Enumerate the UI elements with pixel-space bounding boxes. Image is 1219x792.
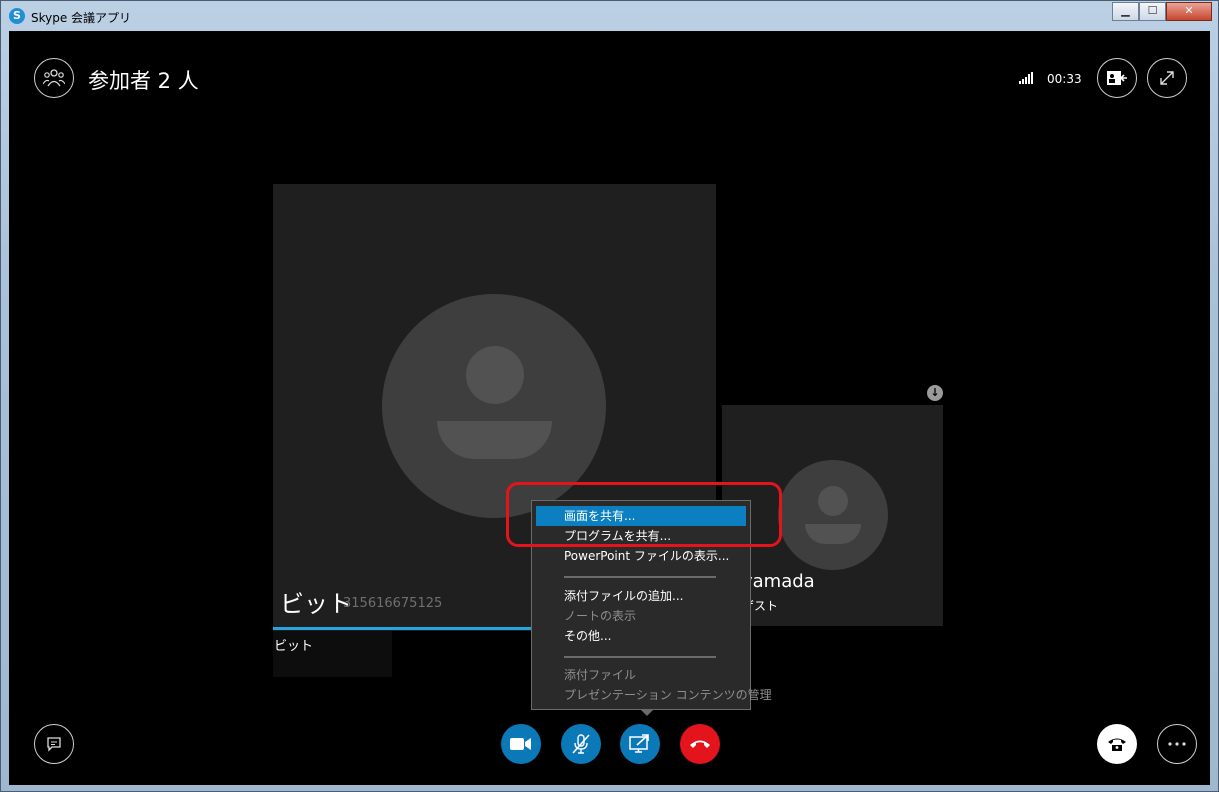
menu-item-add-attachment[interactable]: 添付ファイルの追加... [536,586,746,606]
minimize-button[interactable]: ▁ [1112,2,1139,21]
more-icon [1168,742,1186,746]
participant-name: yamada [742,571,815,592]
participant-id-overlay: 315616675125 [343,596,443,611]
video-icon [510,738,531,750]
menu-item-powerpoint[interactable]: PowerPoint ファイルの表示... [536,546,746,566]
skype-meeting-window: S Skype 会議アプリ ▁ ☐ ✕ 参加者 2 人 00:33 ビット 31… [0,0,1219,792]
participant-count-title: 参加者 2 人 [88,69,199,93]
menu-item-show-notes: ノートの表示 [564,609,637,623]
people-icon [43,69,65,87]
share-content-button[interactable] [620,724,660,764]
menu-separator [564,656,716,658]
self-label-text: ビット [274,639,314,654]
participant-name: ビット [280,590,352,618]
avatar-head [818,486,848,516]
menu-separator [564,576,716,578]
expand-icon [1160,71,1174,85]
active-speaker-bar [273,627,539,630]
dialpad-phone-icon [1108,738,1126,751]
participants-button[interactable] [34,58,74,98]
red-annotation-outline [506,482,782,547]
chat-icon [47,737,61,752]
contact-card-button[interactable] [1097,58,1137,98]
download-icon[interactable]: ↓ [927,385,943,401]
avatar-body [437,421,552,459]
avatar [778,460,888,570]
hangup-button[interactable] [680,724,720,764]
dialpad-button[interactable] [1097,724,1137,764]
skype-logo-icon: S [9,8,25,24]
fullscreen-button[interactable] [1147,58,1187,98]
window-title: Skype 会議アプリ [31,11,132,25]
mute-button[interactable] [561,724,601,764]
menu-item-more[interactable]: その他... [536,626,746,646]
menu-item-manage-content: プレゼンテーション コンテンツの管理 [564,688,772,702]
hangup-icon [690,740,710,748]
share-screen-icon [629,734,649,753]
mic-muted-icon [572,734,590,754]
self-label: ビット [273,631,392,677]
avatar-head [466,346,524,404]
signal-icon [1019,72,1033,84]
title-bar[interactable]: S Skype 会議アプリ ▁ ☐ ✕ [1,1,1218,31]
menu-pointer [640,709,654,716]
chat-button[interactable] [34,724,74,764]
contact-card-icon [1107,71,1127,85]
maximize-button[interactable]: ☐ [1139,2,1166,21]
avatar-body [805,524,861,544]
menu-item-attachments: 添付ファイル [564,668,637,682]
more-options-button[interactable] [1157,724,1197,764]
meeting-stage: 参加者 2 人 00:33 ビット 315616675125 ビット ↓ yam… [9,31,1210,785]
video-button[interactable] [501,724,541,764]
close-button[interactable]: ✕ [1166,2,1212,21]
call-timer: 00:33 [1047,72,1082,86]
window-controls: ▁ ☐ ✕ [1112,2,1212,21]
